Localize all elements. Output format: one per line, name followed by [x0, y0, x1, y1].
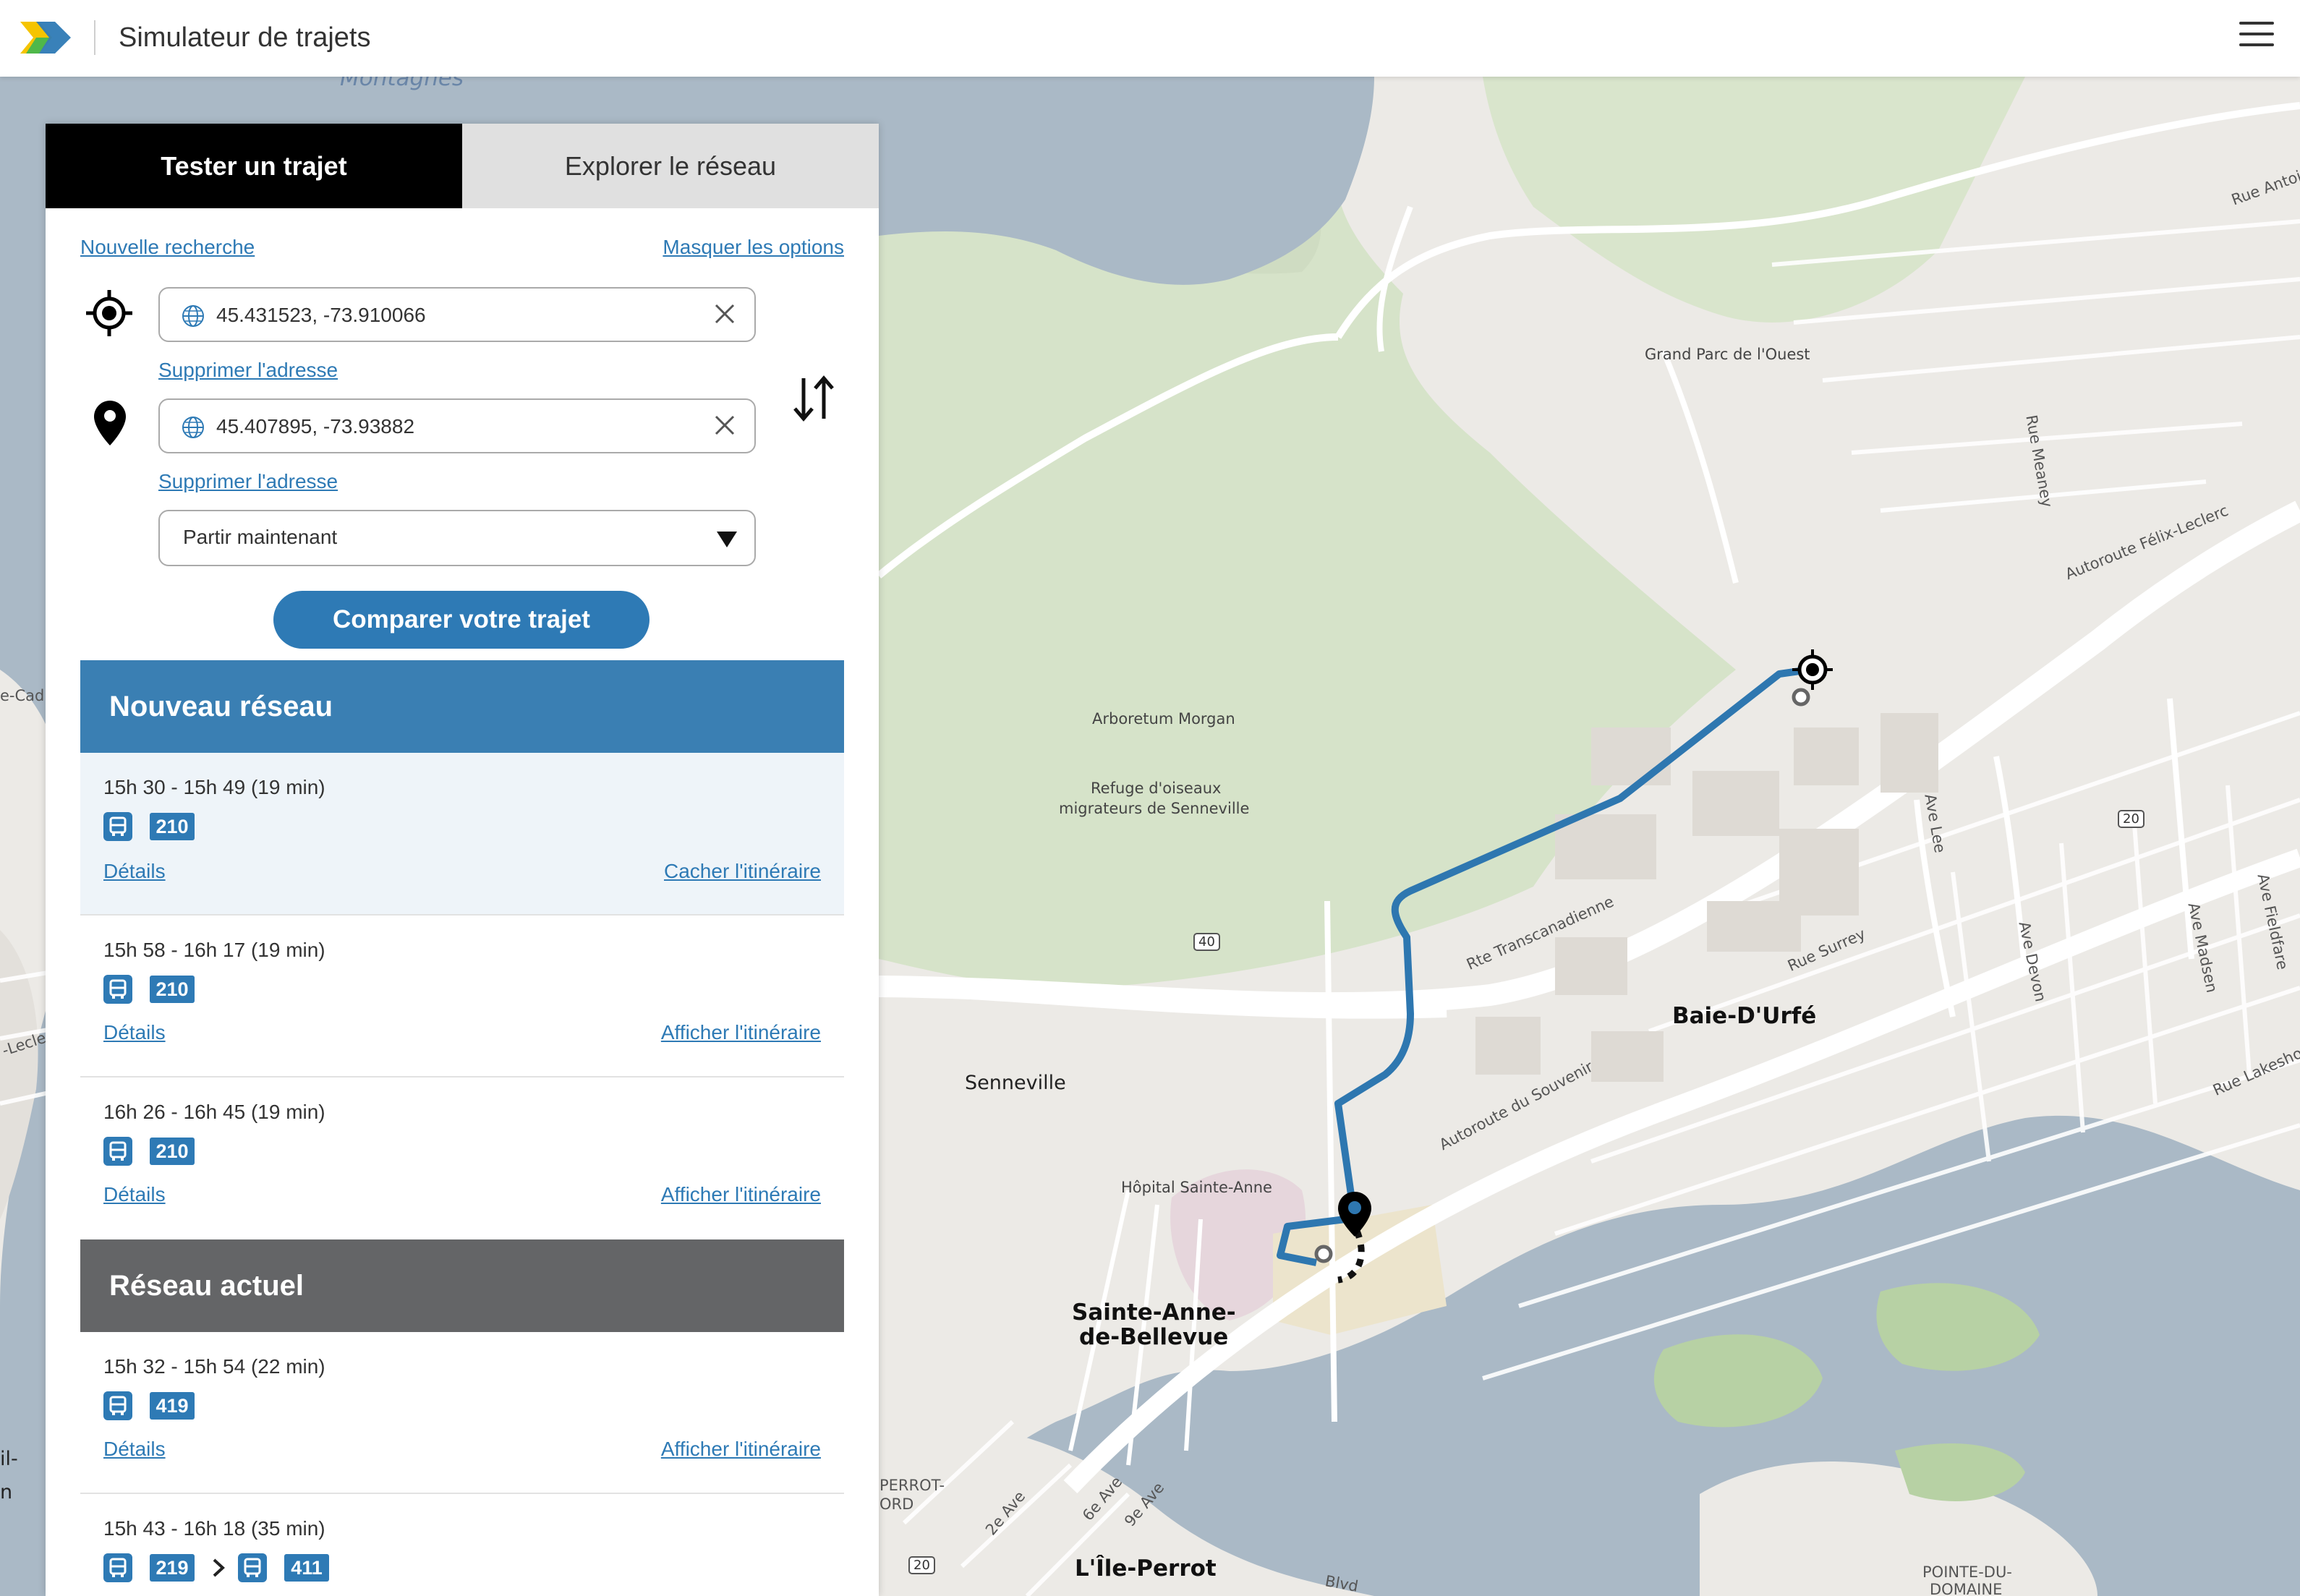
remove-origin-link[interactable]: Supprimer l'adresse — [158, 359, 338, 382]
result-time: 15h 30 - 15h 49 (19 min) — [103, 776, 325, 798]
result-item[interactable]: 15h 43 - 16h 18 (35 min) 219 411 — [80, 1494, 844, 1596]
map-label: DOMAINE — [1930, 1581, 2003, 1596]
tab-tester-trajet[interactable]: Tester un trajet — [46, 124, 462, 208]
map-label: L'Île-Perrot — [1075, 1556, 1217, 1582]
trip-panel: Tester un trajet Explorer le réseau Nouv… — [46, 124, 879, 1596]
map-label: il- — [0, 1448, 18, 1470]
origin-input[interactable] — [215, 299, 695, 332]
result-item[interactable]: 15h 32 - 15h 54 (22 min) 419 Détails Aff… — [80, 1332, 844, 1494]
route-row: 210 — [103, 812, 195, 841]
result-item[interactable]: 15h 58 - 16h 17 (19 min) 210 Détails Aff… — [80, 916, 844, 1077]
route-row: 210 — [103, 975, 195, 1004]
destination-field — [158, 398, 756, 453]
close-icon[interactable] — [712, 302, 737, 326]
show-itinerary-link[interactable]: Afficher l'itinéraire — [661, 1183, 821, 1206]
show-itinerary-link[interactable]: Afficher l'itinéraire — [661, 1438, 821, 1461]
globe-icon — [182, 417, 204, 438]
map-label: Hôpital Sainte-Anne — [1121, 1179, 1272, 1196]
tab-explorer-reseau[interactable]: Explorer le réseau — [462, 124, 879, 208]
route-badge: 210 — [150, 1138, 195, 1165]
bus-icon — [103, 1137, 132, 1166]
caret-down-icon — [717, 532, 737, 547]
bus-icon — [238, 1553, 267, 1582]
origin-marker-icon[interactable] — [1792, 649, 1833, 690]
globe-icon — [182, 305, 204, 327]
map-label: Grand Parc de l'Ouest — [1645, 346, 1810, 363]
chevron-right-icon — [213, 1558, 225, 1577]
result-item[interactable]: 16h 26 - 16h 45 (19 min) 210 Détails Aff… — [80, 1077, 844, 1239]
compare-button[interactable]: Comparer votre trajet — [273, 591, 649, 649]
map-label: Arboretum Morgan — [1092, 710, 1235, 727]
map-label: ORD — [879, 1495, 914, 1513]
route-row: 210 — [103, 1137, 195, 1166]
route-row: 219 411 — [103, 1553, 329, 1582]
highway-shield: 20 — [2118, 810, 2144, 828]
destination-pin-icon — [94, 401, 126, 445]
result-time: 16h 26 - 16h 45 (19 min) — [103, 1101, 325, 1123]
app-title: Simulateur de trajets — [119, 22, 371, 53]
hamburger-icon[interactable] — [2239, 22, 2275, 52]
top-header: Simulateur de trajets — [0, 0, 2300, 77]
departure-value: Partir maintenant — [183, 526, 338, 548]
highway-shield: 20 — [908, 1556, 935, 1574]
new-search-link[interactable]: Nouvelle recherche — [80, 236, 255, 259]
bus-icon — [103, 1553, 132, 1582]
bus-icon — [103, 975, 132, 1004]
show-itinerary-link[interactable]: Afficher l'itinéraire — [661, 1021, 821, 1044]
route-badge: 210 — [150, 813, 195, 840]
section-new-network: Nouveau réseau — [80, 660, 844, 753]
map-label: de-Bellevue — [1079, 1324, 1229, 1350]
bus-icon — [103, 812, 132, 841]
route-badge: 419 — [150, 1392, 195, 1420]
map-label: Sainte-Anne- — [1072, 1300, 1236, 1326]
map-label: e-Cad — [0, 687, 45, 704]
map-label: PERROT- — [879, 1477, 945, 1494]
section-current-network: Réseau actuel — [80, 1239, 844, 1332]
map-label: n — [0, 1481, 13, 1503]
panel-tabs: Tester un trajet Explorer le réseau — [46, 124, 879, 208]
destination-input[interactable] — [215, 410, 695, 443]
close-icon[interactable] — [712, 413, 737, 438]
origin-target-icon — [86, 290, 132, 336]
origin-field — [158, 287, 756, 342]
result-time: 15h 32 - 15h 54 (22 min) — [103, 1355, 325, 1378]
details-link[interactable]: Détails — [103, 1438, 166, 1461]
route-badge: 210 — [150, 976, 195, 1003]
map-label: migrateurs de Senneville — [1059, 800, 1250, 817]
result-item[interactable]: 15h 30 - 15h 49 (19 min) 210 Détails Cac… — [80, 753, 844, 916]
map-label: POINTE-DU- — [1922, 1563, 2012, 1581]
details-link[interactable]: Détails — [103, 860, 166, 883]
route-row: 419 — [103, 1391, 195, 1420]
details-link[interactable]: Détails — [103, 1183, 166, 1206]
route-badge: 219 — [150, 1554, 195, 1582]
hide-itinerary-link[interactable]: Cacher l'itinéraire — [664, 860, 821, 883]
result-time: 15h 58 - 16h 17 (19 min) — [103, 939, 325, 961]
map-label: Montagnes — [340, 77, 464, 91]
swap-arrows-icon[interactable] — [788, 372, 840, 424]
header-divider — [94, 20, 95, 55]
departure-select[interactable]: Partir maintenant — [158, 510, 756, 566]
hide-options-link[interactable]: Masquer les options — [663, 236, 844, 259]
details-link[interactable]: Détails — [103, 1021, 166, 1044]
map-label: Baie-D'Urfé — [1672, 1003, 1817, 1029]
map-label: Senneville — [965, 1072, 1066, 1094]
route-badge: 411 — [284, 1554, 329, 1582]
destination-marker-icon[interactable] — [1337, 1190, 1373, 1238]
map-label: Refuge d'oiseaux — [1091, 780, 1222, 797]
bus-icon — [103, 1391, 132, 1420]
result-time: 15h 43 - 16h 18 (35 min) — [103, 1517, 325, 1540]
highway-shield: 40 — [1193, 933, 1220, 951]
remove-destination-link[interactable]: Supprimer l'adresse — [158, 470, 338, 493]
logo-icon — [20, 22, 71, 54]
